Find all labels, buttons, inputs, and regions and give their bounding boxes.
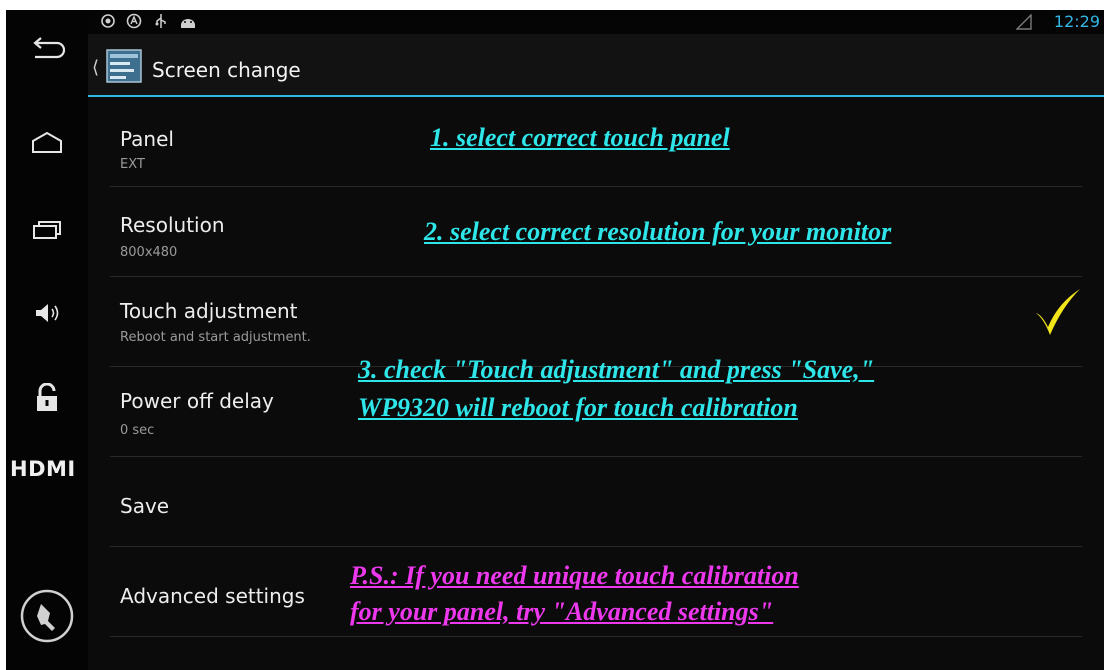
annotation-step-3-line-2: WP9320 will reboot for touch calibration bbox=[358, 393, 798, 422]
setting-panel-title: Panel bbox=[120, 127, 174, 151]
screen-change-app-icon bbox=[106, 49, 142, 83]
setting-resolution[interactable]: Resolution 800x480 2. select correct res… bbox=[88, 187, 1104, 277]
unlock-button[interactable] bbox=[6, 378, 88, 418]
usb-icon bbox=[155, 14, 166, 28]
home-icon bbox=[32, 131, 62, 153]
volume-icon bbox=[36, 304, 59, 322]
list-divider bbox=[110, 636, 1082, 637]
clock: 12:29 bbox=[1053, 12, 1100, 31]
page-title: Screen change bbox=[152, 58, 301, 82]
action-bar: ⟨ Screen change bbox=[88, 34, 1104, 97]
setting-save-title: Save bbox=[120, 494, 170, 518]
location-icon bbox=[101, 14, 115, 28]
annotation-step-1: 1. select correct touch panel bbox=[430, 123, 730, 152]
device-screen: HDMI 12:29 ⟨ Screen change Panel EXT 1. … bbox=[6, 10, 1104, 670]
settings-wrench-icon bbox=[20, 589, 74, 643]
setting-panel-value: EXT bbox=[120, 157, 145, 172]
unlock-icon bbox=[37, 383, 57, 411]
annotation-ps-line-2: for your panel, try "Advanced settings" bbox=[350, 597, 774, 626]
recent-apps-button[interactable] bbox=[6, 210, 88, 250]
setting-save[interactable]: Save bbox=[88, 457, 1104, 547]
setting-advanced-title: Advanced settings bbox=[120, 584, 305, 608]
hdmi-button[interactable]: HDMI bbox=[6, 452, 92, 486]
volume-button[interactable] bbox=[6, 293, 88, 333]
checkmark-icon[interactable] bbox=[1032, 285, 1084, 337]
setting-panel[interactable]: Panel EXT 1. select correct touch panel bbox=[88, 97, 1104, 187]
hdmi-label: HDMI bbox=[10, 457, 76, 481]
setting-touch-adjustment[interactable]: Touch adjustment Reboot and start adjust… bbox=[88, 277, 1104, 367]
navigation-bar: HDMI bbox=[6, 10, 88, 670]
setting-power-off-delay-title: Power off delay bbox=[120, 389, 274, 413]
setting-resolution-value: 800x480 bbox=[120, 245, 178, 260]
android-debug-icon bbox=[126, 13, 142, 29]
annotation-step-3-line-1: 3. check "Touch adjustment" and press "S… bbox=[358, 355, 875, 384]
chevron-left-icon: ⟨ bbox=[92, 57, 100, 78]
setting-touch-adjustment-title: Touch adjustment bbox=[120, 299, 298, 323]
up-navigation[interactable]: ⟨ bbox=[88, 34, 148, 95]
setting-advanced[interactable]: Advanced settings P.S.: If you need uniq… bbox=[88, 547, 1104, 637]
settings-wrench-button[interactable] bbox=[6, 586, 88, 646]
setting-power-off-delay-value: 0 sec bbox=[120, 423, 155, 438]
recent-apps-icon bbox=[33, 221, 61, 239]
back-icon bbox=[33, 37, 66, 59]
annotation-ps-line-1: P.S.: If you need unique touch calibrati… bbox=[350, 561, 799, 590]
setting-resolution-title: Resolution bbox=[120, 213, 225, 237]
annotation-step-2: 2. select correct resolution for your mo… bbox=[424, 217, 892, 246]
back-button[interactable] bbox=[6, 30, 88, 70]
signal-icon bbox=[1016, 14, 1032, 30]
android-icon bbox=[181, 19, 195, 28]
status-bar: 12:29 bbox=[88, 10, 1104, 34]
home-button[interactable] bbox=[6, 122, 88, 162]
setting-touch-adjustment-summary: Reboot and start adjustment. bbox=[120, 330, 311, 345]
